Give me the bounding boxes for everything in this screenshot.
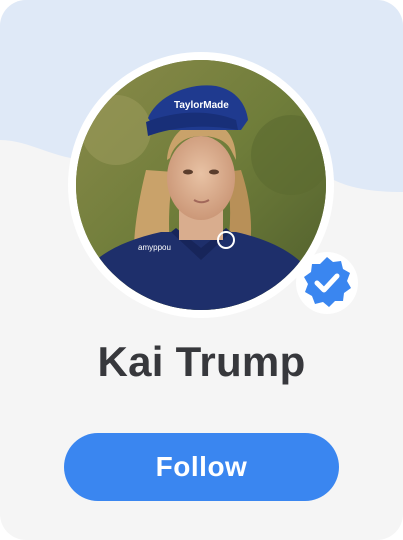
verified-badge-icon: [296, 252, 358, 314]
profile-name: Kai Trump: [97, 338, 306, 385]
profile-card: TaylorMade amyppou Kai Trump Follow: [0, 0, 403, 540]
svg-text:TaylorMade: TaylorMade: [174, 100, 229, 111]
profile-photo: TaylorMade amyppou: [76, 60, 326, 310]
avatar[interactable]: TaylorMade amyppou: [76, 60, 326, 310]
svg-text:amyppou: amyppou: [138, 243, 171, 252]
follow-button[interactable]: Follow: [64, 433, 339, 501]
